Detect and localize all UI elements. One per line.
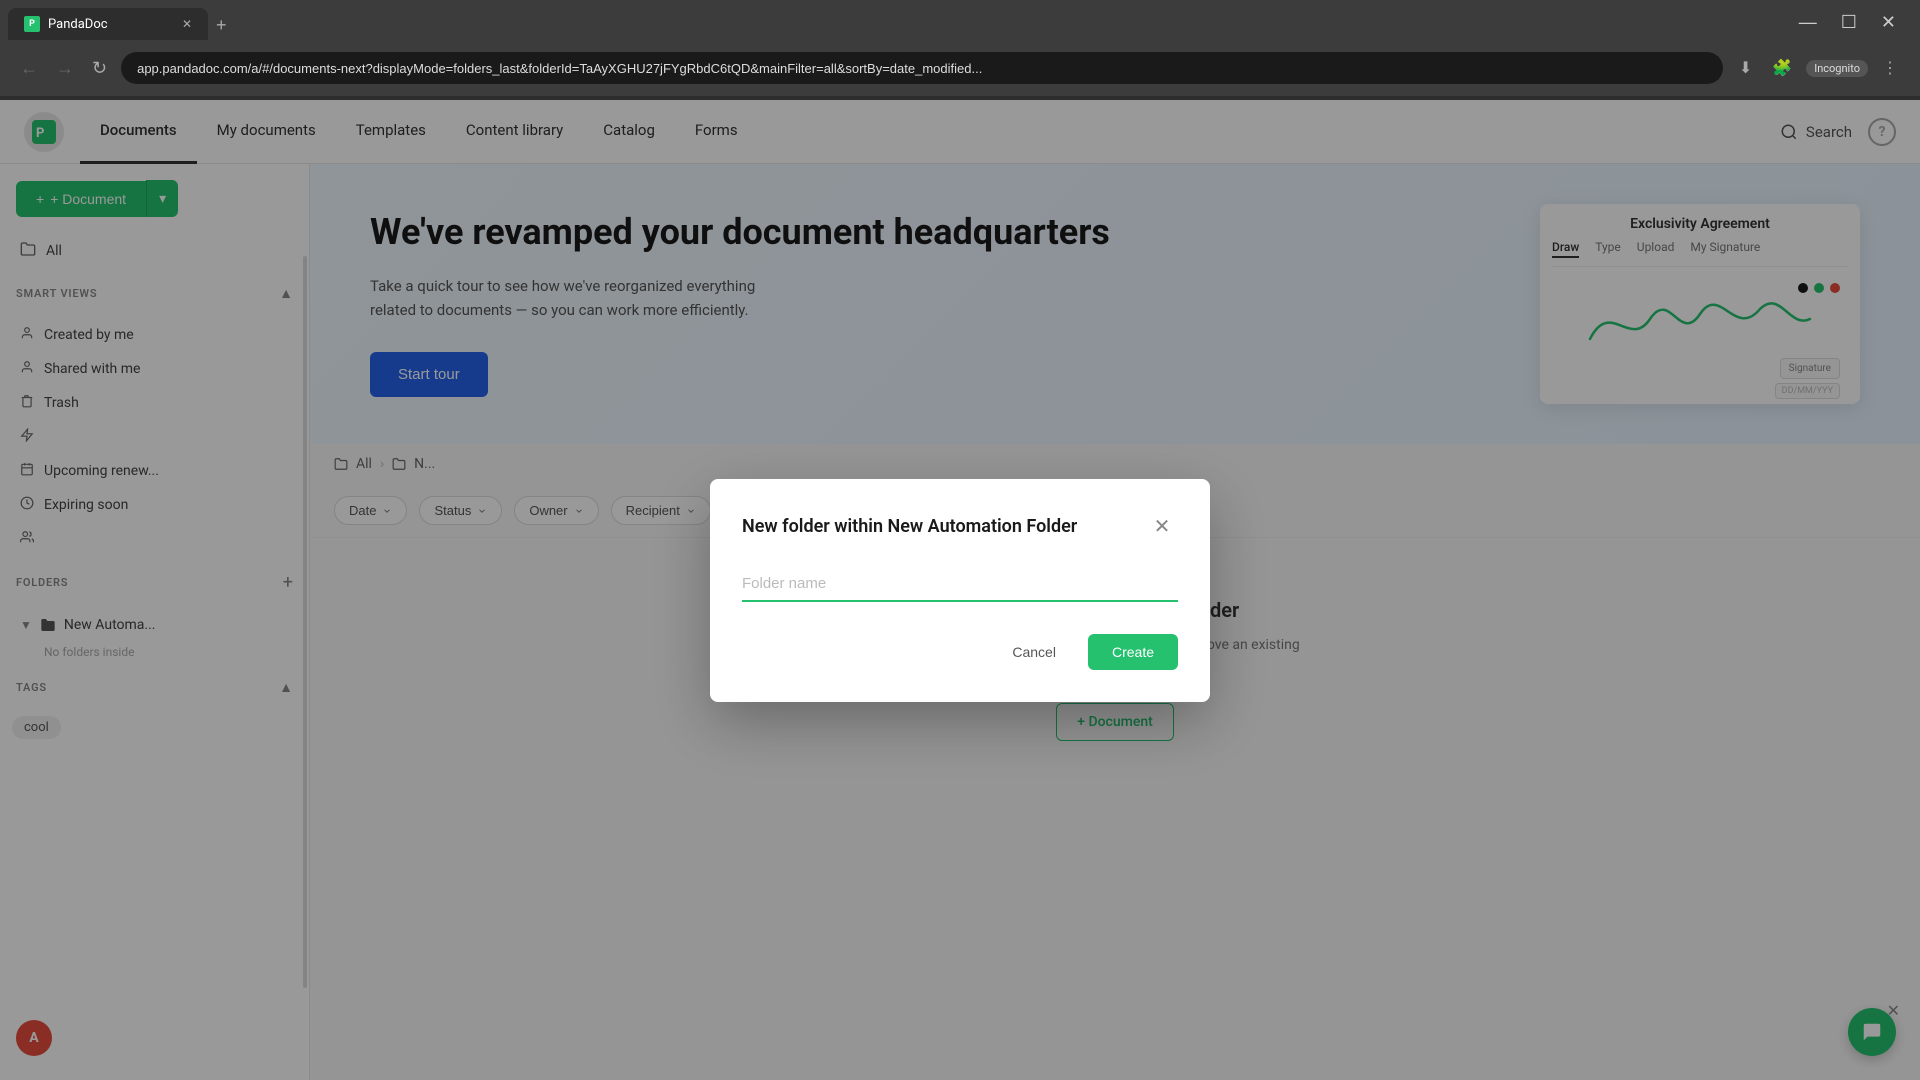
create-button[interactable]: Create bbox=[1088, 634, 1178, 670]
modal-actions: Cancel Create bbox=[742, 634, 1178, 670]
modal-title-container: New folder within New Automation Folder … bbox=[742, 511, 1178, 543]
new-tab-button[interactable]: + bbox=[208, 11, 235, 40]
refresh-button[interactable]: ↻ bbox=[88, 54, 111, 83]
minimize-button[interactable]: — bbox=[1791, 8, 1825, 37]
folder-name-input[interactable] bbox=[742, 567, 1178, 602]
modal-title-text: New folder within New Automation Folder bbox=[742, 516, 1077, 537]
incognito-badge: Incognito bbox=[1806, 60, 1868, 77]
extension-button[interactable]: 🧩 bbox=[1766, 54, 1798, 82]
tab-title: PandaDoc bbox=[48, 17, 108, 32]
new-folder-modal: New folder within New Automation Folder … bbox=[710, 479, 1210, 702]
address-bar[interactable] bbox=[121, 52, 1723, 84]
browser-tab[interactable]: P PandaDoc ✕ bbox=[8, 8, 208, 40]
back-button[interactable]: ← bbox=[16, 54, 42, 83]
close-window-button[interactable]: ✕ bbox=[1873, 8, 1904, 37]
tab-favicon: P bbox=[24, 16, 40, 32]
menu-button[interactable]: ⋮ bbox=[1876, 54, 1904, 82]
maximize-button[interactable]: ☐ bbox=[1833, 8, 1865, 37]
modal-close-button[interactable]: ✕ bbox=[1146, 511, 1178, 543]
download-button[interactable]: ⬇ bbox=[1733, 54, 1758, 82]
tab-close-button[interactable]: ✕ bbox=[182, 17, 192, 31]
cancel-button[interactable]: Cancel bbox=[992, 634, 1076, 670]
forward-button[interactable]: → bbox=[52, 54, 78, 83]
modal-overlay[interactable]: New folder within New Automation Folder … bbox=[0, 100, 1920, 1080]
